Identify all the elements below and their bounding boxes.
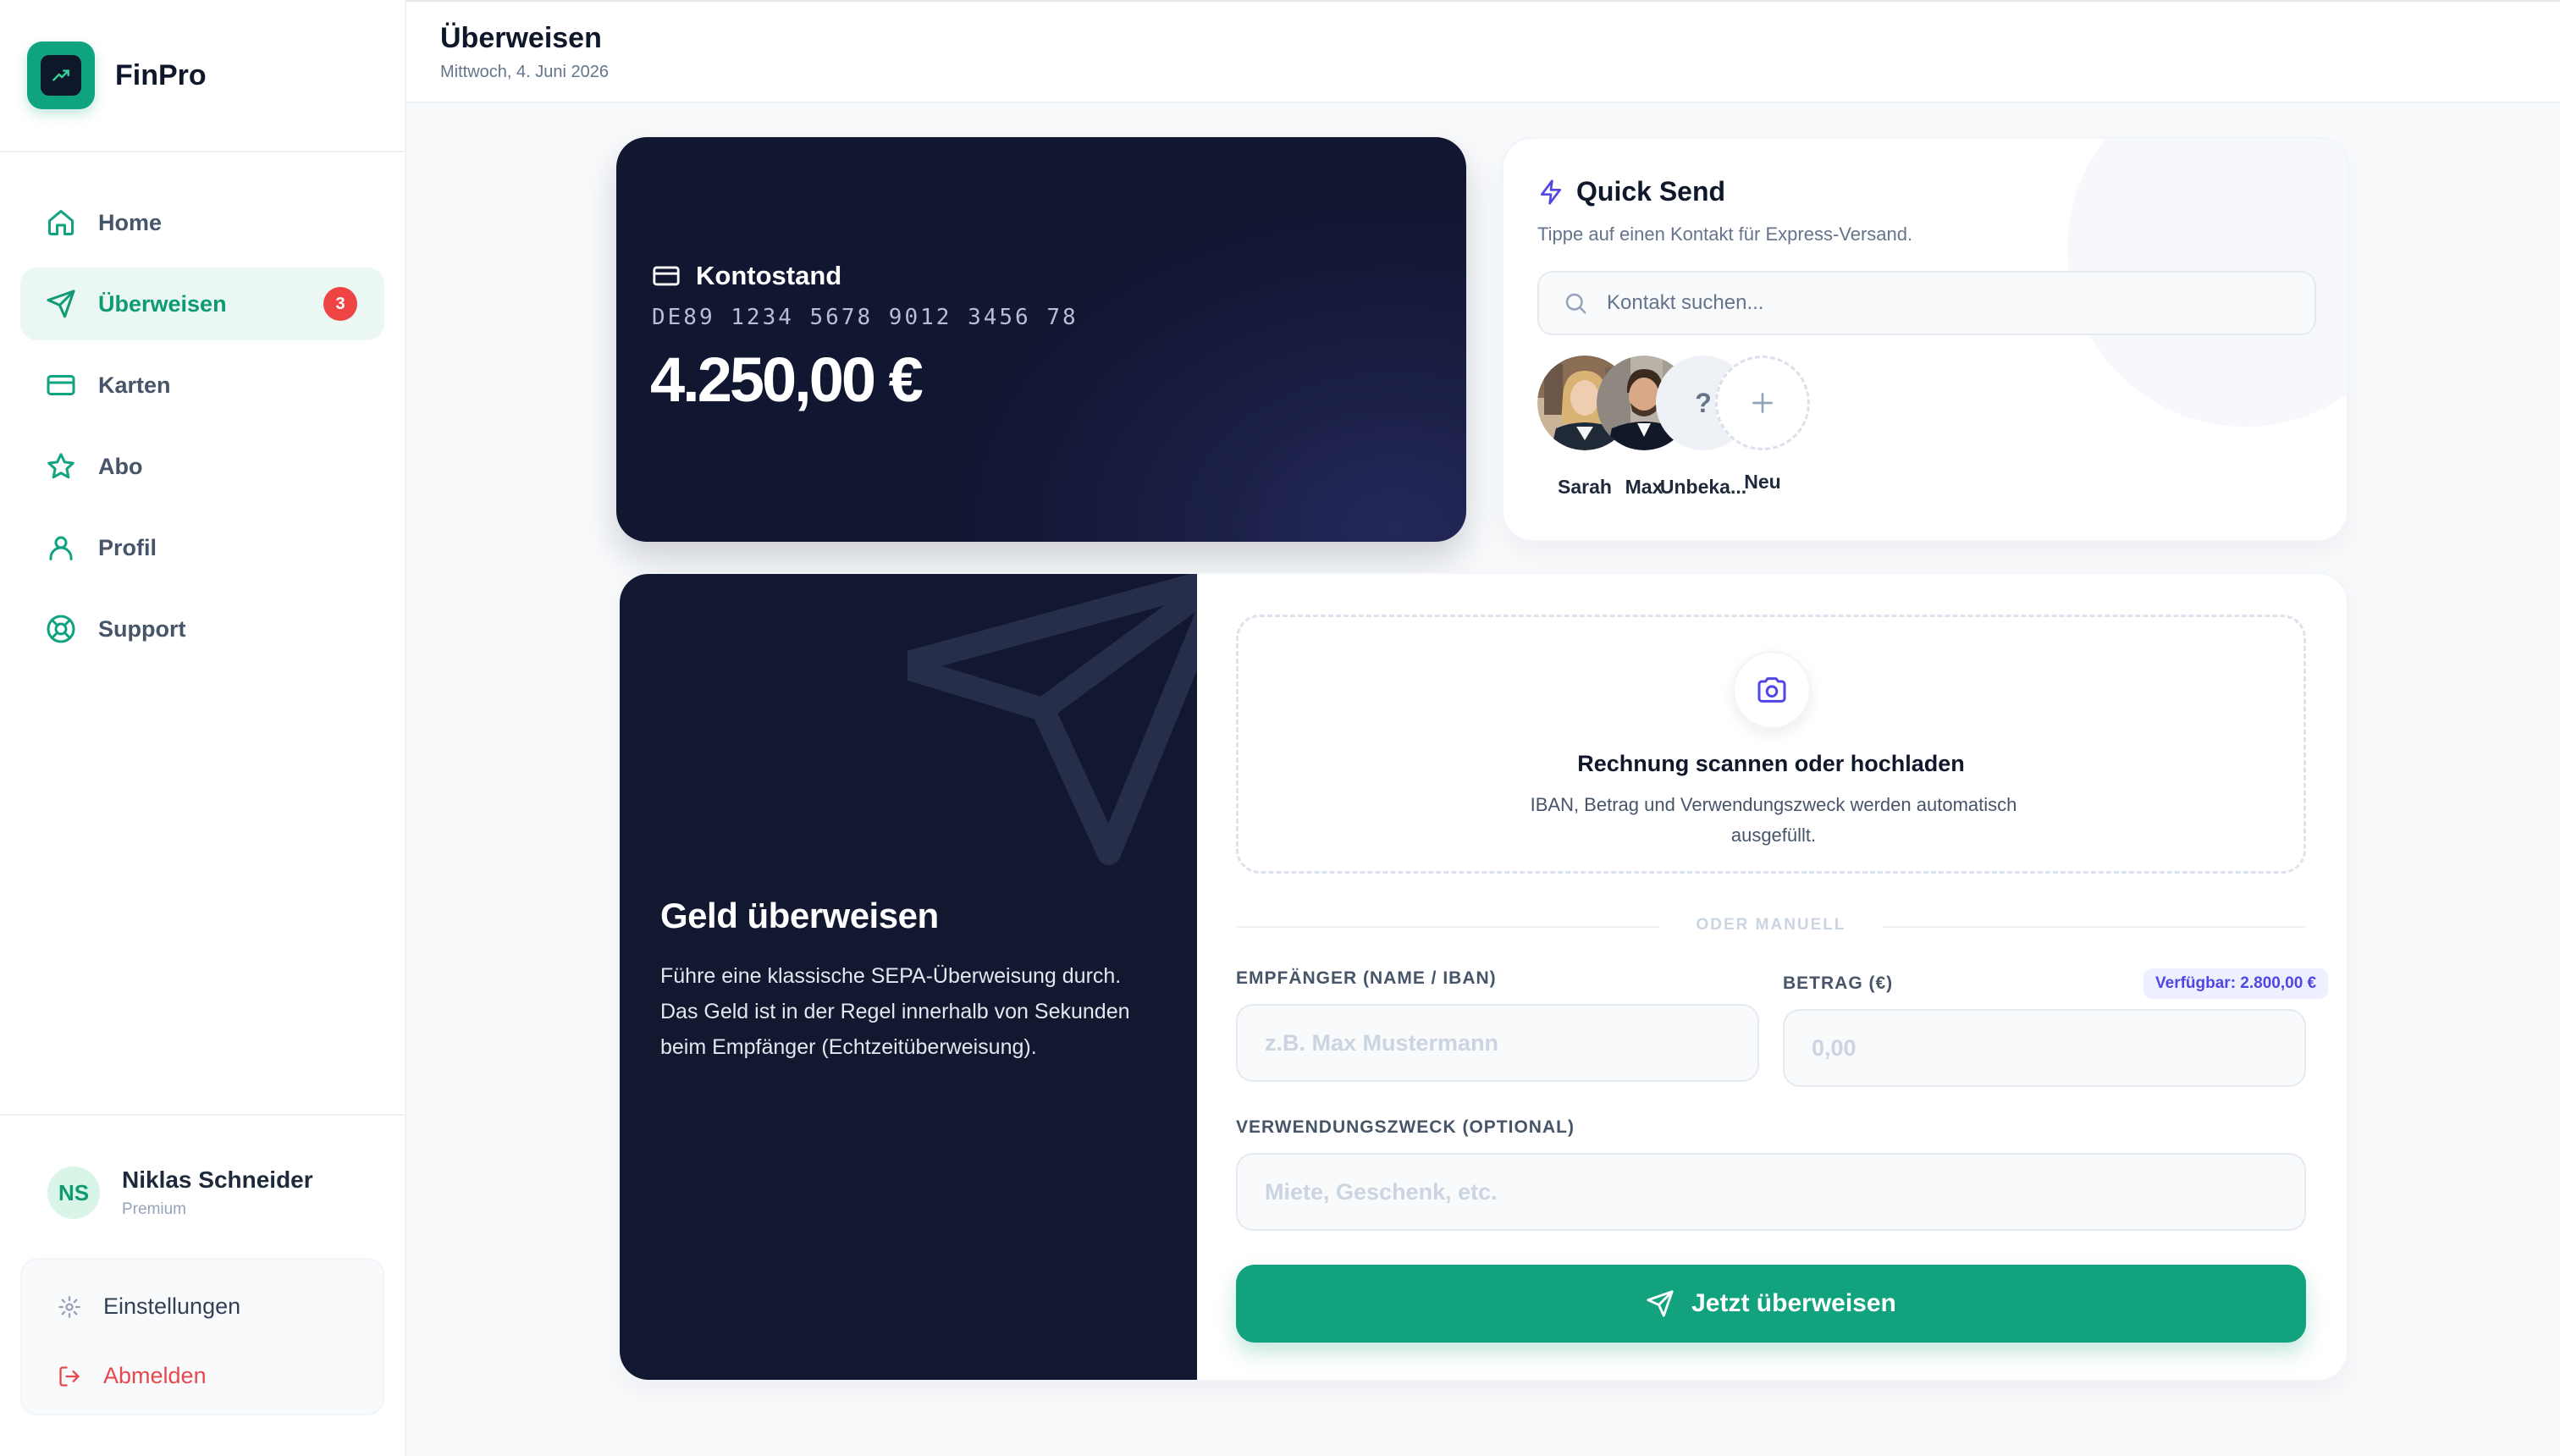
search-icon [1565, 293, 1586, 314]
balance-amount: 4.250,00 € [650, 345, 924, 415]
amount-input[interactable] [1812, 1034, 2304, 1062]
amount-field [1783, 1009, 2306, 1087]
transfer-heading: Geld überweisen [660, 896, 939, 935]
contact-add-new[interactable]: Neu [1703, 356, 1822, 494]
recipient-field [1236, 1004, 1759, 1082]
gear-icon [58, 1295, 80, 1318]
purpose-label: VERWENDUNGSZWECK (OPTIONAL) [1236, 1117, 1575, 1137]
lightning-icon [1541, 179, 1561, 205]
brand[interactable]: FinPro [0, 0, 405, 152]
transfer-form: Rechnung scannen oder hochladen IBAN, Be… [1197, 574, 2347, 1380]
main-nav: Home Überweisen 3 Karten Abo Profil Supp… [20, 186, 384, 674]
sidebar-item-label: Home [98, 209, 163, 235]
page-title: Überweisen [440, 22, 602, 54]
contact-search [1537, 271, 2316, 335]
sidebar-item-label: Überweisen [98, 290, 227, 317]
user-profile[interactable]: NS Niklas Schneider Premium [47, 1166, 313, 1219]
sidebar-item-label: Abo [98, 453, 143, 479]
send-icon [47, 290, 75, 318]
purpose-field [1236, 1153, 2306, 1231]
notification-badge: 3 [323, 287, 357, 321]
sidebar-item-label: Support [98, 615, 186, 642]
page-header: Überweisen Mittwoch, 4. Juni 2026 [406, 0, 2560, 103]
account-iban: DE89 1234 5678 9012 3456 78 [652, 305, 1079, 330]
submit-label: Jetzt überweisen [1691, 1289, 1896, 1317]
send-icon [1647, 1290, 1674, 1317]
user-tier: Premium [122, 1200, 187, 1218]
credit-card-icon [47, 375, 75, 395]
invoice-upload-dropzone[interactable]: Rechnung scannen oder hochladen IBAN, Be… [1236, 615, 2306, 874]
balance-title-label: Kontostand [696, 261, 842, 290]
sidebar-item-ueberweisen[interactable]: Überweisen 3 [20, 267, 384, 340]
quick-send-title-label: Quick Send [1576, 176, 1726, 207]
balance-card: Kontostand DE89 1234 5678 9012 3456 78 4… [616, 137, 1466, 542]
transfer-description: Führe eine klassische SEPA-Überweisung d… [660, 964, 1130, 1059]
recipient-label: EMPFÄNGER (NAME / IBAN) [1236, 968, 1497, 988]
logout-label: Abmelden [103, 1363, 207, 1388]
recipient-input[interactable] [1265, 1029, 1757, 1056]
logout-icon [59, 1365, 80, 1387]
account-menu: Einstellungen Abmelden [20, 1258, 384, 1415]
upload-description: IBAN, Betrag und Verwendungszweck werden… [1530, 794, 2017, 846]
contact-name: Neu [1744, 471, 1781, 493]
user-icon [49, 536, 73, 560]
credit-card-icon [653, 266, 680, 286]
sidebar: FinPro Home Überweisen 3 Karten Abo Prof… [0, 0, 406, 1456]
settings-link[interactable]: Einstellungen [58, 1293, 240, 1320]
transfer-info: Geld überweisen Führe eine klassische SE… [620, 574, 1197, 1380]
quick-send-card: Quick Send Tippe auf einen Kontakt für E… [1502, 137, 2348, 542]
app-name: FinPro [115, 58, 207, 91]
current-date: Mittwoch, 4. Juni 2026 [440, 63, 609, 81]
home-icon [48, 210, 74, 235]
camera-icon [1733, 651, 1811, 729]
sidebar-footer: NS Niklas Schneider Premium Einstellunge… [0, 1114, 405, 1456]
sidebar-item-karten[interactable]: Karten [20, 349, 384, 422]
star-icon [47, 453, 74, 479]
logout-link[interactable]: Abmelden [58, 1363, 207, 1389]
plus-icon [1715, 356, 1810, 450]
purpose-input[interactable] [1265, 1178, 2304, 1205]
sidebar-item-abo[interactable]: Abo [20, 430, 384, 503]
finpro-logo [27, 41, 95, 109]
upload-title: Rechnung scannen oder hochladen [1577, 751, 1965, 776]
quick-send-title: Quick Send [1537, 176, 1725, 207]
sidebar-item-label: Karten [98, 372, 171, 398]
life-buoy-icon [47, 615, 75, 643]
balance-title: Kontostand [652, 261, 841, 291]
sidebar-item-home[interactable]: Home [20, 186, 384, 259]
transfer-panel: Geld überweisen Führe eine klassische SE… [618, 572, 2348, 1382]
user-name: Niklas Schneider [122, 1166, 313, 1193]
contact-search-input[interactable] [1607, 291, 2284, 315]
quick-send-subtitle: Tippe auf einen Kontakt für Express-Vers… [1537, 223, 1913, 245]
available-balance-badge: Verfügbar: 2.800,00 € [2143, 968, 2329, 999]
sidebar-item-profil[interactable]: Profil [20, 511, 384, 584]
submit-transfer-button[interactable]: Jetzt überweisen [1236, 1265, 2306, 1343]
amount-label: BETRAG (€) [1783, 973, 1894, 993]
or-divider: ODER MANUELL [1236, 916, 2306, 938]
sidebar-item-label: Profil [98, 534, 157, 560]
paper-plane-icon [908, 574, 1197, 865]
trend-chart-icon [41, 55, 81, 96]
sidebar-item-support[interactable]: Support [20, 593, 384, 665]
settings-label: Einstellungen [103, 1293, 241, 1319]
divider-label: ODER MANUELL [1696, 916, 1846, 934]
avatar: NS [47, 1166, 100, 1219]
